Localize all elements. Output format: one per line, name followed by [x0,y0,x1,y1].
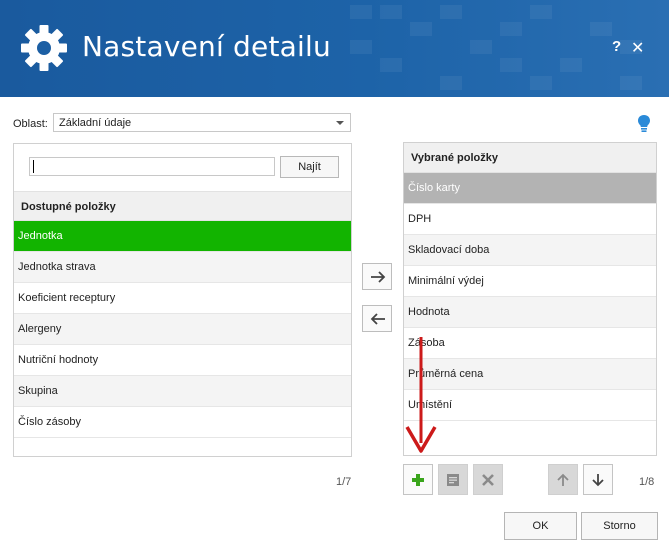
area-select[interactable]: Základní údaje [53,113,351,132]
edit-icon [447,474,459,486]
chevron-down-icon [336,121,344,125]
selected-items-list: Číslo karty DPH Skladovací doba Minimáln… [404,173,656,421]
help-button[interactable]: ? [612,38,621,55]
text-caret [33,160,34,173]
list-item[interactable]: Jednotka strava [14,252,351,283]
dialog-header: Nastavení detailu ? ✕ [0,0,669,97]
move-left-button[interactable] [362,305,392,332]
move-down-button[interactable] [583,464,613,495]
delete-button[interactable] [473,464,503,495]
close-button[interactable]: ✕ [631,38,644,58]
arrow-up-icon [557,473,569,486]
plus-icon [412,474,424,486]
list-item[interactable]: Koeficient receptury [14,283,351,314]
move-up-button[interactable] [548,464,578,495]
delete-icon [482,474,494,486]
list-item[interactable]: Umístění [404,390,656,421]
available-items-panel: Najít Dostupné položky Jednotka Jednotka… [13,143,352,457]
available-items-header: Dostupné položky [14,191,351,221]
search-input[interactable] [29,157,275,176]
gear-icon [21,25,67,71]
cancel-button[interactable]: Storno [581,512,658,540]
list-item[interactable]: Jednotka [14,221,351,252]
dialog-title: Nastavení detailu [82,30,331,63]
list-item[interactable]: DPH [404,204,656,235]
available-items-counter: 1/7 [336,476,352,488]
move-right-button[interactable] [362,263,392,290]
list-item[interactable]: Skupina [14,376,351,407]
arrow-down-icon [592,474,604,487]
list-item[interactable]: Hodnota [404,297,656,328]
ok-button[interactable]: OK [504,512,577,540]
arrow-right-icon [371,271,386,283]
area-label: Oblast: [13,118,48,130]
list-item[interactable]: Průměrná cena [404,359,656,390]
selected-items-panel: Vybrané položky Číslo karty DPH Skladova… [403,142,657,456]
list-item[interactable]: Nutriční hodnoty [14,345,351,376]
list-item[interactable]: Minimální výdej [404,266,656,297]
edit-button[interactable] [438,464,468,495]
selected-items-header: Vybrané položky [404,143,656,173]
list-item[interactable]: Skladovací doba [404,235,656,266]
list-item[interactable]: Zásoba [404,328,656,359]
area-select-value: Základní údaje [59,117,132,129]
selected-items-counter: 1/8 [639,476,655,488]
list-item[interactable]: Číslo zásoby [14,407,351,438]
add-button[interactable] [403,464,433,495]
available-items-list: Jednotka Jednotka strava Koeficient rece… [14,221,351,438]
find-button[interactable]: Najít [280,156,339,178]
arrow-left-icon [370,313,385,325]
list-item[interactable]: Číslo karty [404,173,656,204]
lightbulb-icon[interactable] [637,114,651,134]
list-item[interactable]: Alergeny [14,314,351,345]
